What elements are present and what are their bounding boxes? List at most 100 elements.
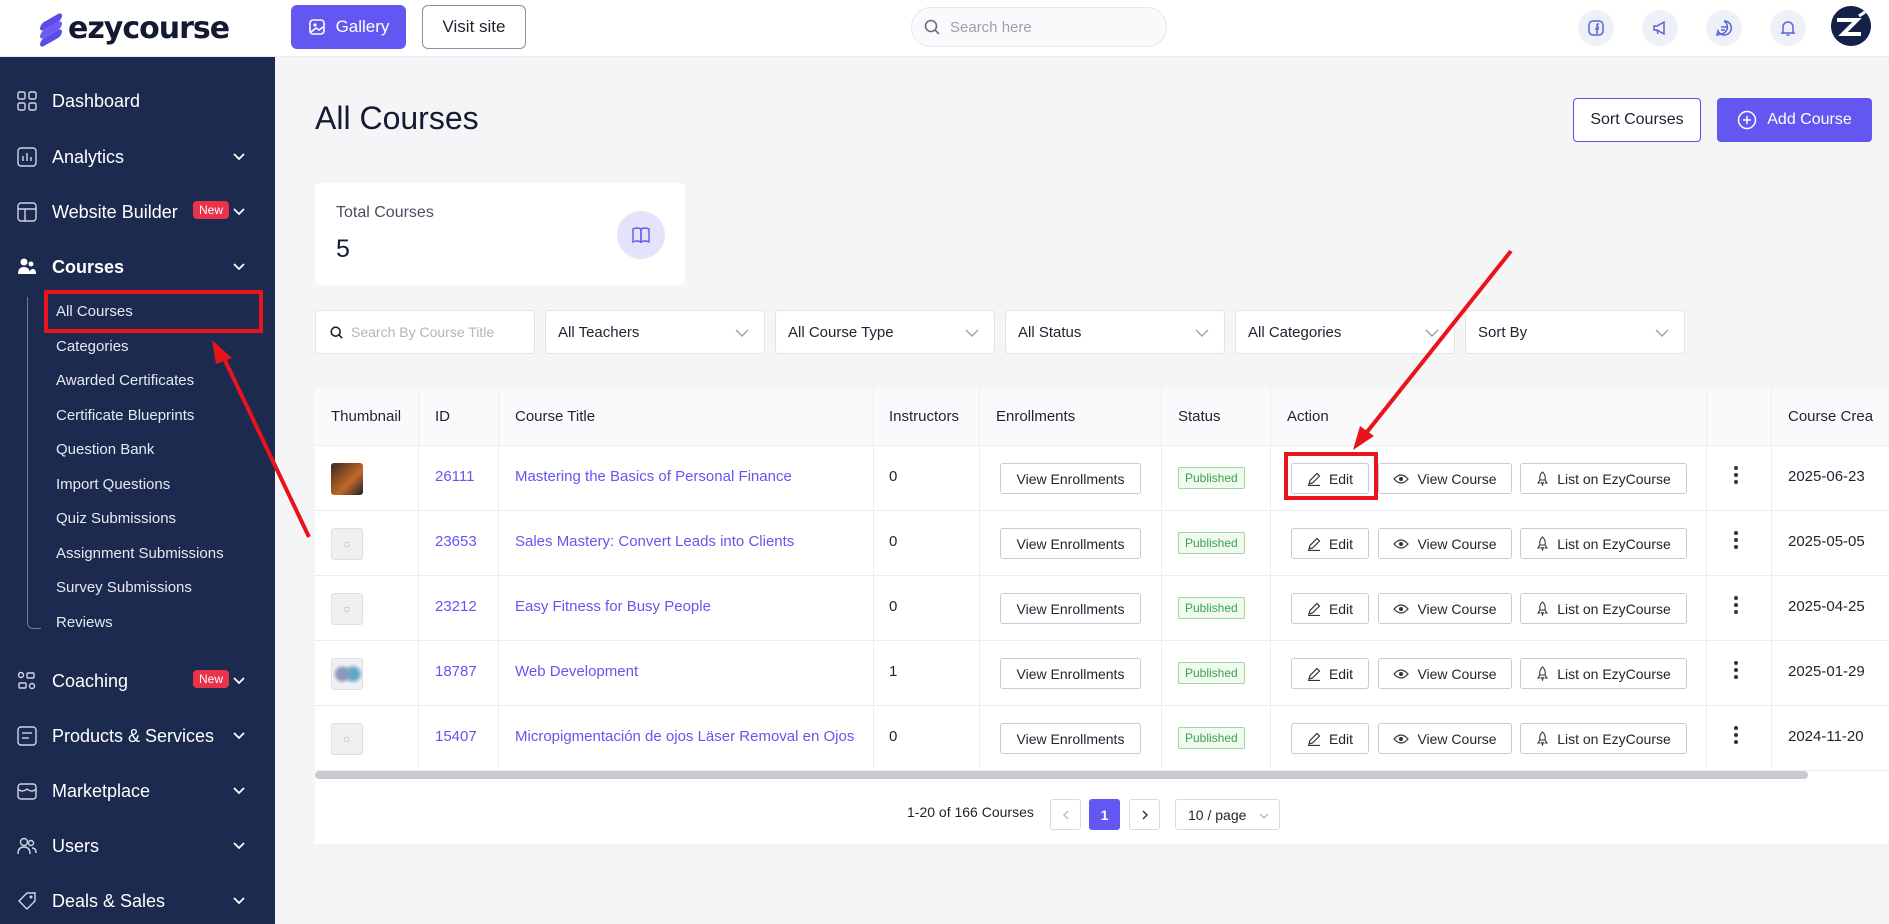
logo-mark-icon: [40, 11, 62, 49]
chevron-down-icon: [233, 842, 245, 850]
pencil-icon: [1307, 537, 1321, 551]
visit-site-button[interactable]: Visit site: [422, 5, 526, 49]
list-on-ezycourse-button[interactable]: List on EzyCourse: [1520, 463, 1687, 494]
course-title-link[interactable]: Micropigmentación de ojos Läser Removal …: [515, 728, 854, 745]
sidebar-item-products-services[interactable]: Products & Services: [0, 714, 275, 758]
list-on-ezycourse-button[interactable]: List on EzyCourse: [1520, 658, 1687, 689]
sidebar-item-deals-sales[interactable]: Deals & Sales: [0, 879, 275, 923]
status-badge: Published: [1178, 532, 1245, 554]
chevron-down-icon: [1259, 813, 1269, 819]
sort-by-filter[interactable]: Sort By: [1465, 310, 1685, 354]
sidebar-item-courses[interactable]: Courses: [0, 245, 275, 289]
sidebar-item-marketplace[interactable]: Marketplace: [0, 769, 275, 813]
view-enrollments-button[interactable]: View Enrollments: [1000, 658, 1141, 689]
rocket-icon: [1537, 731, 1549, 746]
sort-courses-button[interactable]: Sort Courses: [1573, 98, 1701, 142]
view-course-button[interactable]: View Course: [1378, 463, 1512, 494]
edit-button[interactable]: Edit: [1291, 593, 1369, 624]
course-type-filter[interactable]: All Course Type: [775, 310, 995, 354]
global-search[interactable]: [911, 7, 1167, 47]
gallery-button[interactable]: Gallery: [291, 5, 406, 49]
view-course-button[interactable]: View Course: [1378, 723, 1512, 754]
sidebar-subitem-certificate-blueprints[interactable]: Certificate Blueprints: [56, 407, 194, 424]
next-page-button[interactable]: [1129, 799, 1160, 830]
view-course-button[interactable]: View Course: [1378, 658, 1512, 689]
course-id-link[interactable]: 26111: [435, 468, 475, 485]
course-id-link[interactable]: 23212: [435, 598, 477, 615]
logo[interactable]: ezycourse: [40, 8, 230, 49]
sidebar-subitem-survey-submissions[interactable]: Survey Submissions: [56, 579, 192, 596]
horizontal-scrollbar[interactable]: [315, 771, 1808, 779]
sidebar-subitem-awarded-certificates[interactable]: Awarded Certificates: [56, 372, 194, 389]
list-on-ezycourse-button[interactable]: List on EzyCourse: [1520, 528, 1687, 559]
top-bar: ezycourse Gallery Visit site: [0, 0, 1889, 57]
list-on-ezycourse-button[interactable]: List on EzyCourse: [1520, 723, 1687, 754]
page-button[interactable]: 1: [1089, 799, 1120, 830]
bell-icon[interactable]: [1770, 10, 1806, 46]
sidebar-item-coaching[interactable]: Coaching New: [0, 659, 275, 703]
sidebar-item-website-builder[interactable]: Website Builder New: [0, 190, 275, 234]
teacher-filter[interactable]: All Teachers: [545, 310, 765, 354]
view-course-button[interactable]: View Course: [1378, 528, 1512, 559]
prev-page-button[interactable]: [1050, 799, 1081, 830]
course-search-input[interactable]: [351, 324, 531, 340]
more-options-icon[interactable]: [1732, 661, 1740, 679]
sidebar-subitem-categories[interactable]: Categories: [56, 338, 129, 355]
add-course-button[interactable]: Add Course: [1717, 98, 1872, 142]
view-enrollments-button[interactable]: View Enrollments: [1000, 723, 1141, 754]
view-enrollments-button[interactable]: View Enrollments: [1000, 528, 1141, 559]
more-options-icon[interactable]: [1732, 466, 1740, 484]
view-course-label: View Course: [1417, 730, 1497, 747]
sidebar-subitem-reviews[interactable]: Reviews: [56, 614, 113, 631]
course-thumbnail[interactable]: [331, 463, 363, 495]
page-size-select[interactable]: 10 / page: [1175, 799, 1280, 830]
view-course-button[interactable]: View Course: [1378, 593, 1512, 624]
course-thumbnail[interactable]: ▢: [331, 528, 363, 560]
chevron-down-icon: [233, 263, 245, 271]
facebook-icon[interactable]: [1578, 10, 1614, 46]
edit-button[interactable]: Edit: [1291, 658, 1369, 689]
chat-icon[interactable]: [1706, 10, 1742, 46]
course-title-link[interactable]: Web Development: [515, 663, 638, 680]
chevron-down-icon: [1195, 329, 1209, 337]
sidebar-item-users[interactable]: Users: [0, 824, 275, 868]
course-search[interactable]: [315, 310, 535, 354]
column-header: Instructors: [889, 408, 960, 425]
edit-button[interactable]: Edit: [1291, 723, 1369, 754]
more-options-icon[interactable]: [1732, 596, 1740, 614]
course-title-link[interactable]: Easy Fitness for Busy People: [515, 598, 711, 615]
course-title-link[interactable]: Mastering the Basics of Personal Finance: [515, 468, 792, 485]
search-input[interactable]: [950, 18, 1140, 36]
course-thumbnail[interactable]: [331, 658, 363, 690]
sidebar-subitem-import-questions[interactable]: Import Questions: [56, 476, 170, 493]
course-thumbnail[interactable]: ▢: [331, 723, 363, 755]
avatar[interactable]: [1831, 6, 1871, 46]
sidebar-subitem-quiz-submissions[interactable]: Quiz Submissions: [56, 510, 176, 527]
more-options-icon[interactable]: [1732, 726, 1740, 744]
megaphone-icon[interactable]: [1642, 10, 1678, 46]
course-title-link[interactable]: Sales Mastery: Convert Leads into Client…: [515, 533, 794, 550]
sidebar-item-label: Coaching: [52, 670, 129, 691]
list-on-ezycourse-button[interactable]: List on EzyCourse: [1520, 593, 1687, 624]
status-filter-value: All Status: [1018, 323, 1082, 341]
sidebar-item-dashboard[interactable]: Dashboard: [0, 79, 275, 123]
book-icon: [617, 211, 665, 259]
sidebar-subitem-assignment-submissions[interactable]: Assignment Submissions: [56, 545, 224, 562]
more-options-icon[interactable]: [1732, 531, 1740, 549]
course-id-link[interactable]: 18787: [435, 663, 477, 680]
grid-icon: [16, 90, 38, 112]
edit-label: Edit: [1328, 600, 1354, 617]
chevron-down-icon: [1425, 329, 1439, 337]
status-filter[interactable]: All Status: [1005, 310, 1225, 354]
sidebar-subitem-question-bank[interactable]: Question Bank: [56, 441, 154, 458]
course-id-link[interactable]: 23653: [435, 533, 477, 550]
view-enrollments-button[interactable]: View Enrollments: [1000, 463, 1141, 494]
sidebar-item-analytics[interactable]: Analytics: [0, 135, 275, 179]
course-id-link[interactable]: 15407: [435, 728, 477, 745]
course-thumbnail[interactable]: ▢: [331, 593, 363, 625]
view-enrollments-button[interactable]: View Enrollments: [1000, 593, 1141, 624]
edit-button[interactable]: Edit: [1291, 528, 1369, 559]
chevron-down-icon: [233, 732, 245, 740]
column-header: Action: [1287, 408, 1329, 425]
category-filter[interactable]: All Categories: [1235, 310, 1455, 354]
